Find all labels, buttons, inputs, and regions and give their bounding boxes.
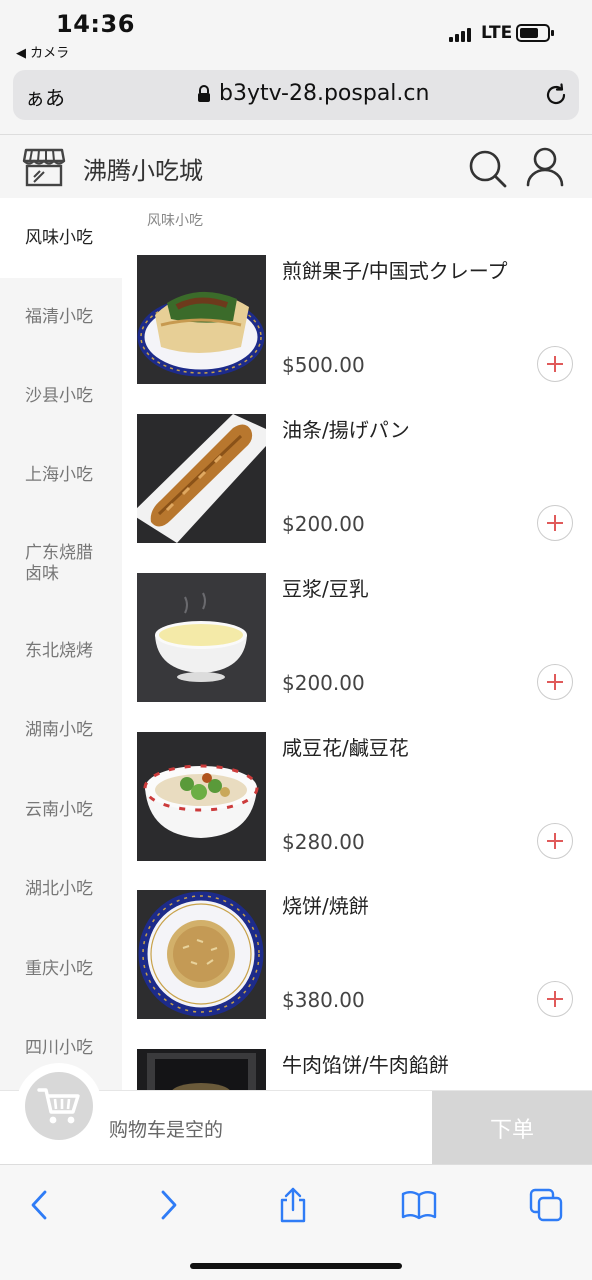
user-icon[interactable] <box>526 147 564 187</box>
product-card[interactable]: 豆浆/豆乳 $200.00 <box>137 573 577 703</box>
signal-icon <box>449 26 475 42</box>
product-list: 风味小吃 煎餅果子/中国式クレープ $500.00 油条/揚げパン $200.0… <box>122 198 592 1090</box>
product-card[interactable]: 牛肉馅饼/牛肉餡餅 <box>137 1049 577 1090</box>
sidebar-item-label: 湖南小吃 <box>25 719 93 740</box>
forward-arrow-icon[interactable] <box>150 1187 186 1223</box>
product-price: $280.00 <box>282 830 365 854</box>
sidebar-item-hubei-snacks[interactable]: 湖北小吃 <box>0 849 122 929</box>
place-order-button[interactable]: 下单 <box>432 1091 592 1165</box>
category-sidebar: 风味小吃 福清小吃 沙县小吃 上海小吃 广东烧腊卤味 东北烧烤 湖南小吃 云南小… <box>0 198 122 1090</box>
url-text[interactable]: b3ytv-28.pospal.cn <box>219 81 429 106</box>
sidebar-item-label: 重庆小吃 <box>25 958 93 979</box>
status-bar: 14:36 ◀ カメラ LTE <box>0 0 592 66</box>
product-price: $380.00 <box>282 988 365 1012</box>
add-to-cart-button[interactable] <box>537 664 573 700</box>
shopping-cart-icon <box>37 1088 80 1124</box>
product-name[interactable]: 咸豆花/鹹豆花 <box>282 732 409 761</box>
home-indicator <box>190 1263 402 1269</box>
section-title: 风味小吃 <box>147 213 203 229</box>
product-card[interactable]: 咸豆花/鹹豆花 $280.00 <box>137 732 577 862</box>
cart-button[interactable] <box>16 1063 102 1149</box>
cart-status-text: 购物车是空的 <box>109 1119 224 1141</box>
sidebar-item-shanghai-snacks[interactable]: 上海小吃 <box>0 435 122 515</box>
product-card[interactable]: 烧饼/焼餅 $380.00 <box>137 890 577 1020</box>
add-to-cart-button[interactable] <box>537 346 573 382</box>
share-icon[interactable] <box>275 1187 311 1223</box>
product-name[interactable]: 牛肉馅饼/牛肉餡餅 <box>282 1049 449 1078</box>
back-arrow-icon[interactable] <box>22 1187 58 1223</box>
sidebar-item-cantonese-roast[interactable]: 广东烧腊卤味 <box>0 523 122 605</box>
product-name[interactable]: 油条/揚げパン <box>282 414 410 443</box>
store-title: 沸腾小吃城 <box>83 157 203 185</box>
battery-icon <box>516 24 554 42</box>
product-image[interactable] <box>137 414 266 543</box>
sidebar-item-label: 沙县小吃 <box>25 385 93 406</box>
product-price: $500.00 <box>282 353 365 377</box>
sidebar-item-chongqing-snacks[interactable]: 重庆小吃 <box>0 929 122 1009</box>
sidebar-item-shaxian-snacks[interactable]: 沙县小吃 <box>0 356 122 436</box>
product-name[interactable]: 豆浆/豆乳 <box>282 573 369 602</box>
sidebar-item-label: 广东烧腊卤味 <box>25 543 93 584</box>
store-icon <box>22 148 66 187</box>
sidebar-item-yunnan-snacks[interactable]: 云南小吃 <box>0 770 122 850</box>
add-to-cart-button[interactable] <box>537 823 573 859</box>
browser-toolbar <box>0 1164 592 1280</box>
sidebar-item-label: 上海小吃 <box>25 464 93 485</box>
add-to-cart-button[interactable] <box>537 505 573 541</box>
product-name[interactable]: 煎餅果子/中国式クレープ <box>282 255 508 284</box>
network-label: LTE <box>481 23 513 43</box>
sidebar-item-label: 福清小吃 <box>25 306 93 327</box>
sidebar-item-fuqing-snacks[interactable]: 福清小吃 <box>0 277 122 357</box>
status-time: 14:36 <box>56 10 135 38</box>
sidebar-item-label: 云南小吃 <box>25 799 93 820</box>
product-image[interactable] <box>137 1049 266 1090</box>
sidebar-item-label: 风味小吃 <box>25 227 93 248</box>
product-name[interactable]: 烧饼/焼餅 <box>282 890 369 919</box>
back-to-camera-link[interactable]: ◀ カメラ <box>16 42 69 61</box>
product-image[interactable] <box>137 255 266 384</box>
product-card[interactable]: 煎餅果子/中国式クレープ $500.00 <box>137 255 577 385</box>
sidebar-item-label: 东北烧烤 <box>25 640 93 661</box>
reader-options-button[interactable]: ぁあ <box>25 82 65 111</box>
sidebar-item-northeast-bbq[interactable]: 东北烧烤 <box>0 611 122 691</box>
app-header: 沸腾小吃城 <box>0 134 592 198</box>
cart-bar: 购物车是空的 下单 <box>0 1063 592 1165</box>
product-image[interactable] <box>137 573 266 702</box>
lock-icon <box>198 85 210 102</box>
tabs-icon[interactable] <box>528 1187 564 1223</box>
sidebar-item-label: 湖北小吃 <box>25 878 93 899</box>
product-image[interactable] <box>137 890 266 1019</box>
sidebar-item-label: 四川小吃 <box>25 1037 93 1058</box>
product-card[interactable]: 油条/揚げパン $200.00 <box>137 414 577 544</box>
product-image[interactable] <box>137 732 266 861</box>
add-to-cart-button[interactable] <box>537 981 573 1017</box>
search-icon[interactable] <box>468 149 508 189</box>
reload-icon[interactable] <box>543 82 569 108</box>
address-bar[interactable]: ぁあ b3ytv-28.pospal.cn <box>13 70 579 120</box>
sidebar-item-hunan-snacks[interactable]: 湖南小吃 <box>0 690 122 770</box>
bookmarks-icon[interactable] <box>401 1187 437 1223</box>
product-price: $200.00 <box>282 512 365 536</box>
sidebar-item-flavor-snacks[interactable]: 风味小吃 <box>0 198 122 278</box>
product-price: $200.00 <box>282 671 365 695</box>
